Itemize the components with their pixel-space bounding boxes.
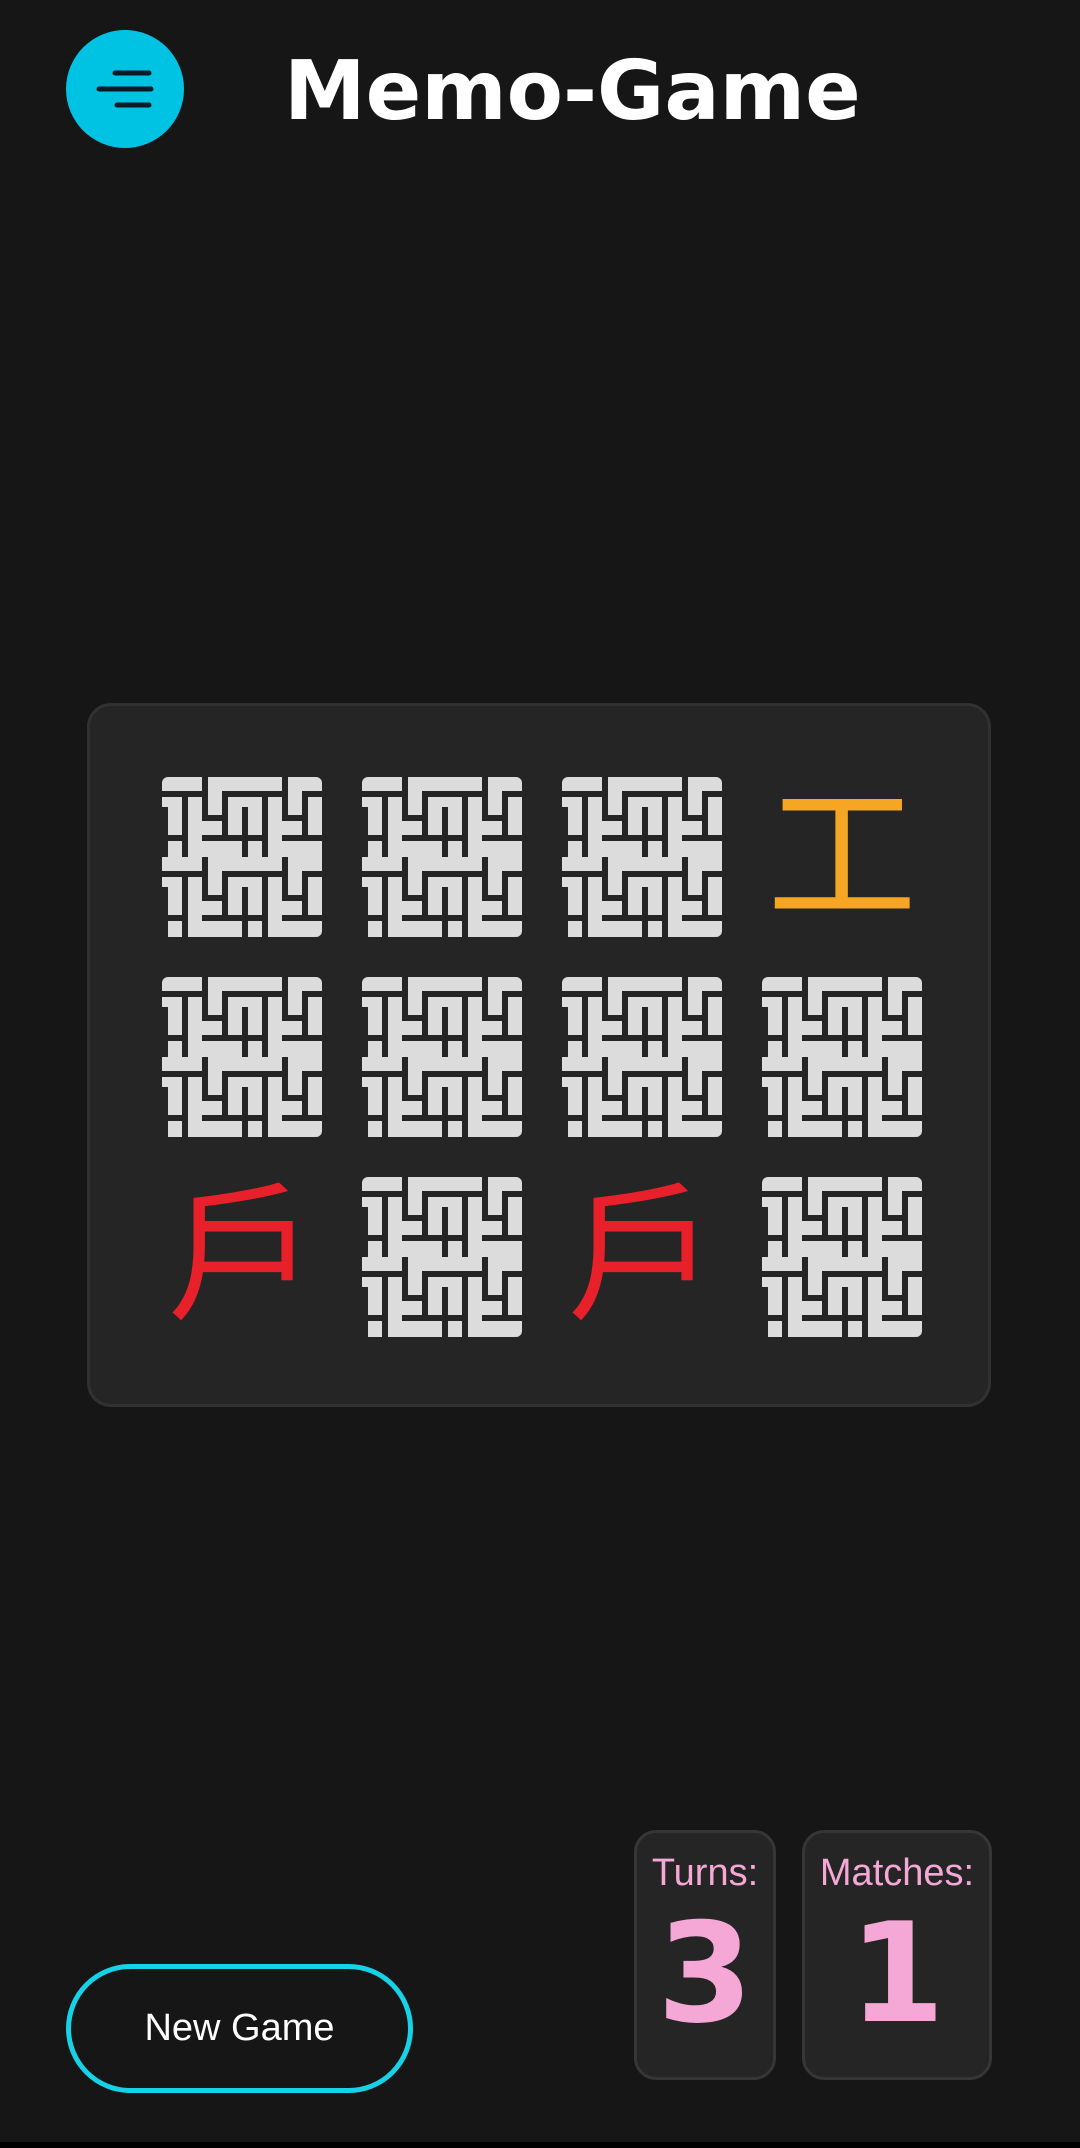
pattern-back-icon: [762, 1177, 922, 1337]
card-revealed[interactable]: 戶: [162, 1177, 322, 1337]
pattern-back-icon: [162, 977, 322, 1137]
pattern-back-icon: [562, 777, 722, 937]
app-title: Memo-Game: [284, 44, 861, 139]
card-hidden[interactable]: [162, 777, 322, 937]
new-game-button[interactable]: New Game: [66, 1964, 413, 2093]
card-hidden[interactable]: [562, 977, 722, 1137]
menu-button[interactable]: [66, 30, 184, 148]
card-hidden[interactable]: [362, 1177, 522, 1337]
card-hidden[interactable]: [562, 777, 722, 937]
pattern-back-icon: [362, 977, 522, 1137]
card-hidden[interactable]: [362, 977, 522, 1137]
pattern-back-icon: [762, 977, 922, 1137]
matches-label: Matches:: [819, 1852, 975, 1894]
game-board: 工戶戶: [87, 703, 991, 1407]
turns-label: Turns:: [651, 1852, 759, 1894]
card-revealed[interactable]: 工: [762, 777, 922, 937]
card-hidden[interactable]: [362, 777, 522, 937]
turns-value: 3: [656, 1893, 754, 2054]
card-hidden[interactable]: [762, 977, 922, 1137]
card-revealed[interactable]: 戶: [562, 1177, 722, 1337]
pattern-back-icon: [362, 777, 522, 937]
memo-game-screen: Memo-Game 工戶戶 New Game Turns: 3 Matches:…: [0, 0, 1080, 2148]
pattern-back-icon: [362, 1177, 522, 1337]
card-symbol: 工: [766, 770, 917, 944]
card-hidden[interactable]: [762, 1177, 922, 1337]
matches-counter: Matches: 1: [802, 1830, 992, 2080]
pattern-back-icon: [162, 777, 322, 937]
bottom-divider: [0, 2142, 1080, 2148]
matches-value: 1: [848, 1893, 946, 2054]
card-hidden[interactable]: [162, 977, 322, 1137]
turns-counter: Turns: 3: [634, 1830, 776, 2080]
card-symbol: 戶: [566, 1170, 717, 1344]
card-symbol: 戶: [166, 1170, 317, 1344]
menu-lines-icon: [96, 70, 154, 108]
pattern-back-icon: [562, 977, 722, 1137]
